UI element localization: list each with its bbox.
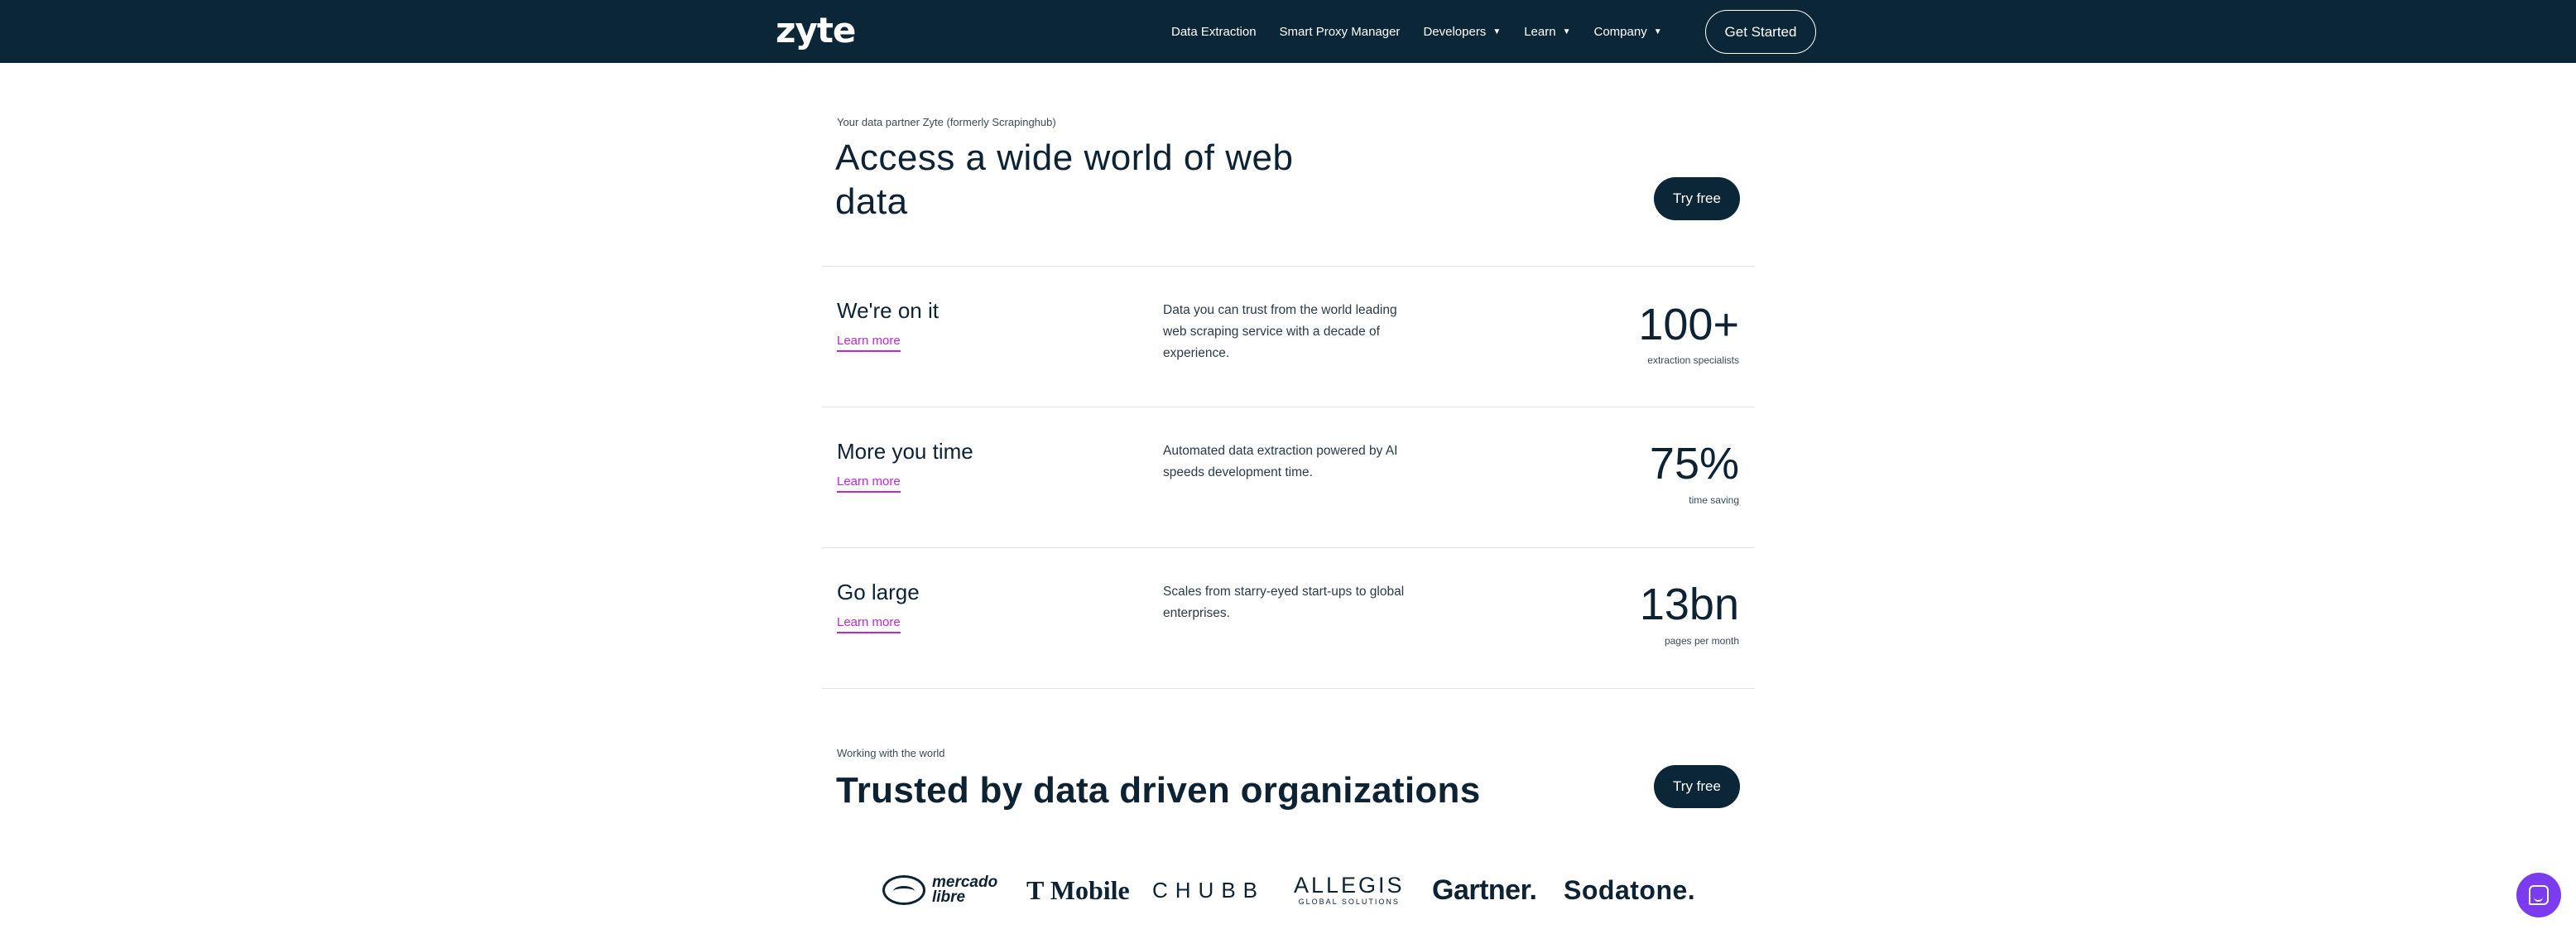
learn-more-link[interactable]: Learn more [837,333,901,352]
mercado-libre-logo: mercado libre [882,871,997,909]
t-mobile-logo: T Mobile [1026,874,1130,905]
learn-more-link[interactable]: Learn more [837,474,901,493]
trusted-title: Trusted by data driven organizations [836,770,1481,811]
trusted-try-free-button[interactable]: Try free [1654,765,1740,808]
allegis-logo: ALLEGIS GLOBAL SOLUTIONS [1294,873,1405,906]
nav-links: Data Extraction Smart Proxy Manager Deve… [1171,21,1685,44]
nav-link-developers[interactable]: Developers ▼ [1423,21,1501,44]
hero-try-free-button[interactable]: Try free [1654,177,1740,220]
caret-down-icon: ▼ [1492,27,1502,36]
stat-label: pages per month [1664,635,1739,647]
learn-more-link[interactable]: Learn more [837,614,901,633]
feature-description: Data you can trust from the world leadin… [1163,303,1397,360]
stat-label: extraction specialists [1647,354,1739,366]
sodatone-logo: Sodatone. [1564,874,1696,905]
stat-number: 75% [1649,439,1739,489]
divider [822,266,1755,267]
gartner-logo: Gartner. [1432,874,1537,906]
top-nav: zyte Data Extraction Smart Proxy Manager… [0,0,2576,63]
feature-title: Go large [837,580,920,604]
trusted-eyebrow: Working with the world [837,747,945,759]
hero-eyebrow: Your data partner Zyte (formerly Scrapin… [837,116,1056,128]
handshake-icon [882,875,925,905]
feature-description: Scales from starry-eyed start-ups to glo… [1163,585,1405,620]
nav-link-learn[interactable]: Learn ▼ [1524,21,1570,44]
stat-number: 100+ [1638,300,1739,349]
hero-title: Access a wide world of web data [835,137,1294,222]
stat-number: 13bn [1639,580,1739,629]
get-started-button[interactable]: Get Started [1705,10,1816,54]
feature-description: Automated data extraction powered by AI … [1163,444,1398,479]
nav-link-smart-proxy-manager[interactable]: Smart Proxy Manager [1280,21,1401,44]
divider [822,688,1755,689]
chubb-logo: CHUBB [1152,877,1266,903]
nav-link-company[interactable]: Company ▼ [1594,21,1662,44]
chat-launcher-button[interactable] [2516,873,2561,917]
feature-title: More you time [837,439,973,464]
caret-down-icon: ▼ [1653,27,1662,36]
divider [822,547,1755,548]
feature-title: We're on it [837,298,939,323]
chat-icon [2529,885,2549,905]
zyte-logo[interactable]: zyte [776,10,856,51]
nav-link-data-extraction[interactable]: Data Extraction [1171,21,1257,44]
caret-down-icon: ▼ [1562,27,1571,36]
stat-label: time saving [1689,494,1739,506]
